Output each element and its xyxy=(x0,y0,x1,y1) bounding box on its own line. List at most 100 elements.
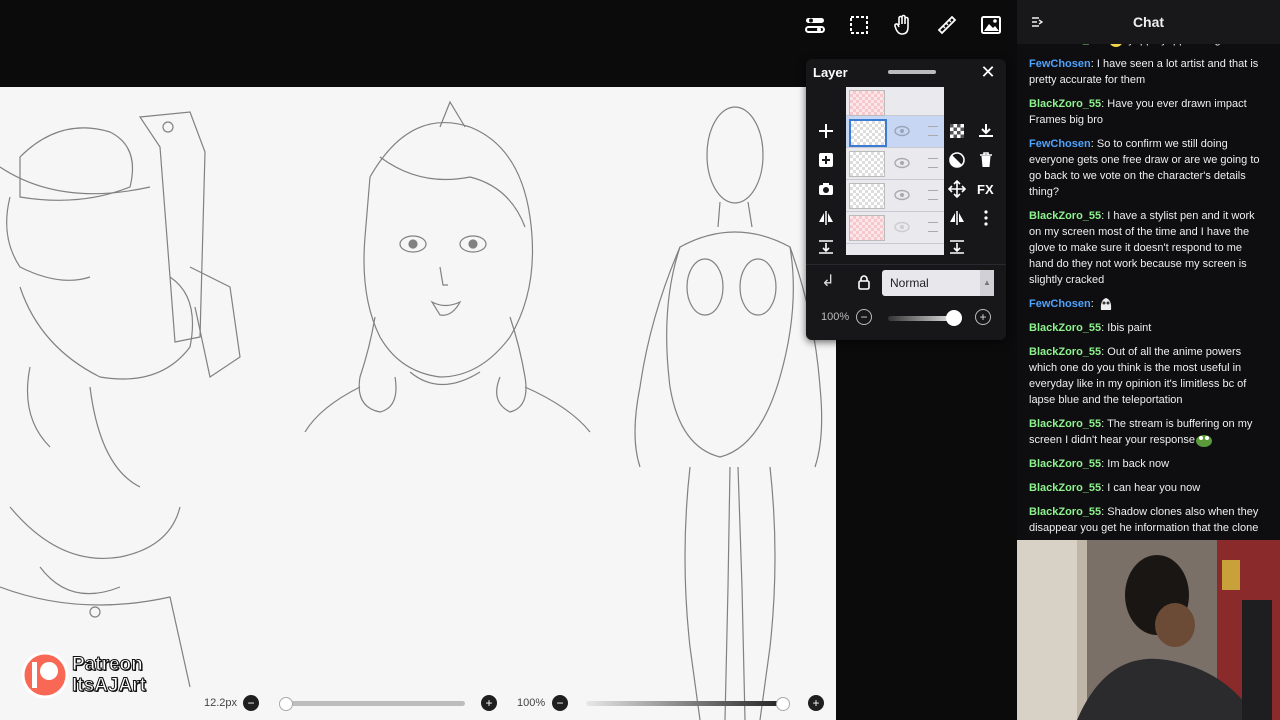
layer-opacity-row: 100% − + xyxy=(806,304,1006,334)
patreon-text-line1: Patreon xyxy=(72,654,144,676)
eye-icon[interactable] xyxy=(894,156,910,170)
merge-layer-button[interactable] xyxy=(947,237,967,257)
layer-row[interactable] xyxy=(846,212,944,244)
top-toolbar xyxy=(797,10,1009,40)
chat-header: Chat xyxy=(1017,0,1280,44)
layer-row[interactable] xyxy=(846,180,944,212)
layer-opacity-slider-handle[interactable] xyxy=(946,310,962,326)
close-icon: ✕ xyxy=(980,62,996,82)
eye-icon[interactable] xyxy=(894,188,910,202)
plus-icon: + xyxy=(485,696,493,710)
lock-icon xyxy=(858,275,870,290)
opacity-increase-button[interactable]: + xyxy=(975,309,991,325)
chat-message: BlackZoro_55: Out of all the anime power… xyxy=(1029,344,1268,408)
more-options-button[interactable] xyxy=(976,208,996,228)
camera-button[interactable] xyxy=(816,179,836,199)
brush-size-increase-button[interactable]: + xyxy=(481,695,497,711)
plus-icon: + xyxy=(812,696,820,710)
layer-thumbnail xyxy=(849,183,885,209)
brush-size-slider[interactable] xyxy=(283,701,465,706)
layer-thumbnail xyxy=(849,215,885,241)
emote-icon xyxy=(1097,296,1115,312)
brush-size-decrease-button[interactable]: − xyxy=(243,695,259,711)
chat-username[interactable]: BlackZoro_55 xyxy=(1029,458,1101,470)
chat-username[interactable]: BlackZoro_55 xyxy=(1029,322,1101,334)
tool-sliders-button[interactable] xyxy=(797,10,833,40)
caret-up-icon: ▲ xyxy=(980,270,994,296)
minus-icon: − xyxy=(247,696,255,710)
chat-username[interactable]: FewChosen xyxy=(1029,58,1091,70)
layer-panel-close-button[interactable]: ✕ xyxy=(978,62,998,82)
trash-icon xyxy=(980,152,992,167)
chat-title: Chat xyxy=(1132,14,1165,30)
chat-text: I can hear you now xyxy=(1107,482,1201,495)
chat-panel: BlackZoro_55: yappa yappa two gear leftF… xyxy=(1017,0,1280,540)
move-layer-button[interactable] xyxy=(947,179,967,199)
layer-menu-handle[interactable] xyxy=(928,190,938,200)
fx-button[interactable]: FX xyxy=(976,179,996,199)
chat-username[interactable]: BlackZoro_55 xyxy=(1029,210,1101,222)
sketch-artwork xyxy=(0,100,823,720)
layer-right-actions: FX xyxy=(976,121,996,228)
add-layer-button[interactable] xyxy=(816,121,836,141)
eye-icon[interactable] xyxy=(894,124,910,138)
chat-message: FewChosen: So to confirm we still doing … xyxy=(1029,136,1268,200)
merge-down-button[interactable] xyxy=(816,237,836,257)
layer-panel: Layer ✕ FX ↲ Normal ▲ 100% − + xyxy=(806,59,1006,340)
chat-messages[interactable]: BlackZoro_55: yappa yappa two gear leftF… xyxy=(1017,30,1280,540)
image-icon xyxy=(981,16,1001,34)
chat-message: BlackZoro_55: I can hear you now xyxy=(1029,480,1268,496)
layer-row[interactable] xyxy=(846,148,944,180)
flip-horizontal-icon xyxy=(819,211,833,225)
minus-icon: − xyxy=(556,696,564,710)
layer-row[interactable] xyxy=(846,87,944,116)
chat-username[interactable]: BlackZoro_55 xyxy=(1029,98,1101,110)
brush-opacity-value: 100% xyxy=(517,697,546,709)
delete-layer-button[interactable] xyxy=(976,150,996,170)
opacity-decrease-button[interactable]: − xyxy=(856,309,872,325)
layer-row-selected[interactable] xyxy=(846,116,944,148)
chat-username[interactable]: FewChosen xyxy=(1029,138,1091,150)
brush-opacity-slider[interactable] xyxy=(586,701,782,706)
brush-opacity-increase-button[interactable]: + xyxy=(808,695,824,711)
flip-layer-button[interactable] xyxy=(947,208,967,228)
chat-username[interactable]: BlackZoro_55 xyxy=(1029,506,1101,518)
alpha-lock-button[interactable] xyxy=(856,274,872,290)
blend-mode-select[interactable]: Normal ▲ xyxy=(882,270,994,296)
brush-size-value: 12.2px xyxy=(204,697,238,709)
drawing-canvas[interactable] xyxy=(0,87,836,720)
brush-opacity-slider-handle[interactable] xyxy=(776,697,790,711)
clipping-toggle-button[interactable]: ↲ xyxy=(820,274,836,290)
plus-icon: + xyxy=(979,310,987,324)
tool-selection-button[interactable] xyxy=(841,10,877,40)
chat-username[interactable]: BlackZoro_55 xyxy=(1029,346,1101,358)
clipping-button[interactable] xyxy=(947,150,967,170)
brush-opacity-decrease-button[interactable]: − xyxy=(552,695,568,711)
layer-thumbnail xyxy=(849,151,885,177)
import-layer-button[interactable] xyxy=(976,121,996,141)
chat-message: BlackZoro_55: The stream is buffering on… xyxy=(1029,416,1268,448)
chat-username[interactable]: BlackZoro_55 xyxy=(1029,418,1101,430)
plus-icon xyxy=(819,124,833,138)
tool-image-button[interactable] xyxy=(973,10,1009,40)
eye-icon[interactable] xyxy=(894,220,910,234)
flip-horizontal-icon xyxy=(950,211,964,225)
layer-opacity-value: 100% xyxy=(821,311,850,323)
chat-username[interactable]: BlackZoro_55 xyxy=(1029,482,1101,494)
layer-panel-drag-handle[interactable] xyxy=(888,70,936,74)
transparency-lock-button[interactable] xyxy=(947,121,967,141)
tool-hand-button[interactable] xyxy=(885,10,921,40)
svg-text:FX: FX xyxy=(977,182,994,197)
emote-icon xyxy=(1195,432,1213,448)
layer-menu-handle[interactable] xyxy=(928,222,938,232)
brush-size-slider-handle[interactable] xyxy=(279,697,293,711)
add-special-layer-button[interactable] xyxy=(816,150,836,170)
flip-horizontal-button[interactable] xyxy=(816,208,836,228)
camera-icon xyxy=(819,183,833,195)
layer-menu-handle[interactable] xyxy=(928,126,938,136)
blend-mode-row: ↲ Normal ▲ xyxy=(806,264,1006,299)
tool-ruler-button[interactable] xyxy=(929,10,965,40)
chat-message: FewChosen: xyxy=(1029,296,1268,312)
chat-username[interactable]: FewChosen xyxy=(1029,298,1091,310)
layer-menu-handle[interactable] xyxy=(928,158,938,168)
